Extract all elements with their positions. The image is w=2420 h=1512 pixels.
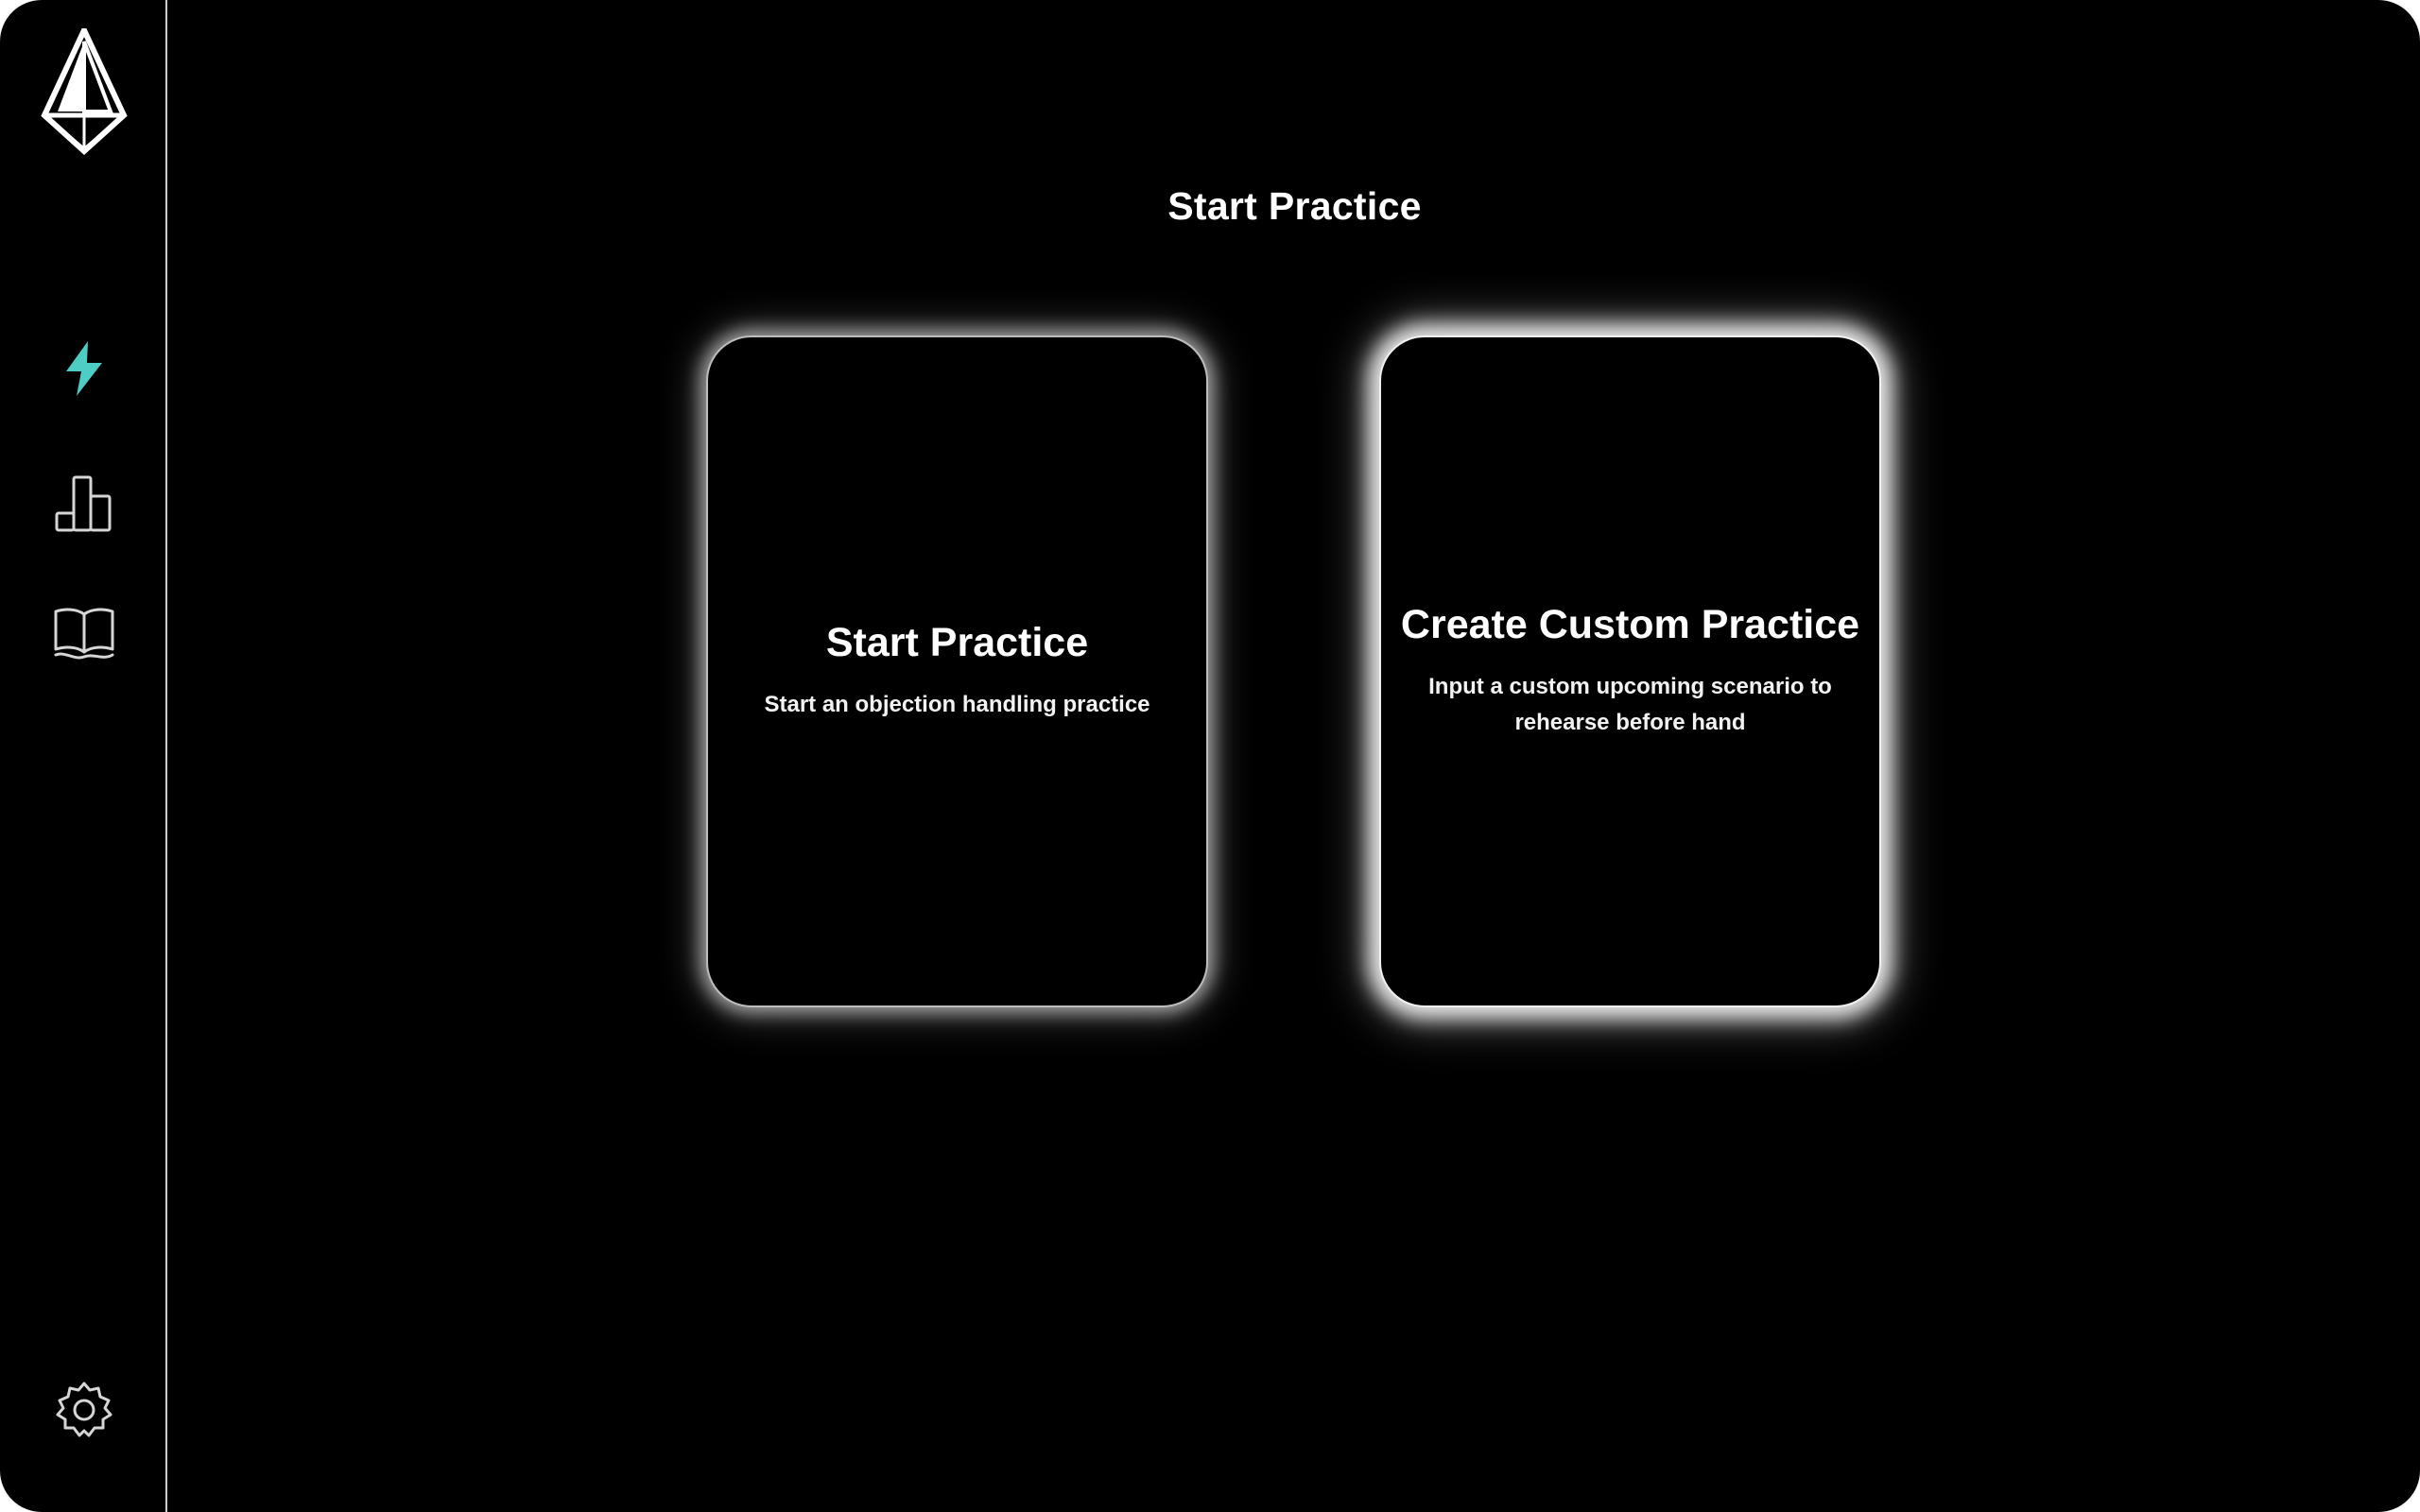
card-description: Start an objection handling practice <box>764 692 1150 717</box>
create-custom-practice-card[interactable]: Create Custom Practice Input a custom up… <box>1379 335 1881 1007</box>
sidebar-item-practice[interactable] <box>42 326 127 411</box>
open-book-icon <box>54 608 114 660</box>
lightning-icon <box>66 341 102 396</box>
sidebar-item-library[interactable] <box>42 592 127 677</box>
card-title: Create Custom Practice <box>1400 602 1860 647</box>
logo <box>41 23 128 157</box>
card-title: Start Practice <box>825 620 1089 665</box>
app-window: Start Practice Start Practice Start an o… <box>0 0 2420 1512</box>
sidebar <box>0 0 167 1512</box>
gear-icon <box>56 1382 112 1437</box>
settings-button[interactable] <box>42 1368 127 1453</box>
diamond-logo-icon <box>41 23 128 156</box>
card-description: Input a custom upcoming scenario to rehe… <box>1428 674 1832 735</box>
bar-chart-icon <box>55 475 112 532</box>
main-content: Start Practice Start Practice Start an o… <box>169 0 2420 1512</box>
page-title: Start Practice <box>1167 184 1422 229</box>
sidebar-item-stats[interactable] <box>42 460 127 545</box>
start-practice-card[interactable]: Start Practice Start an objection handli… <box>706 335 1208 1007</box>
